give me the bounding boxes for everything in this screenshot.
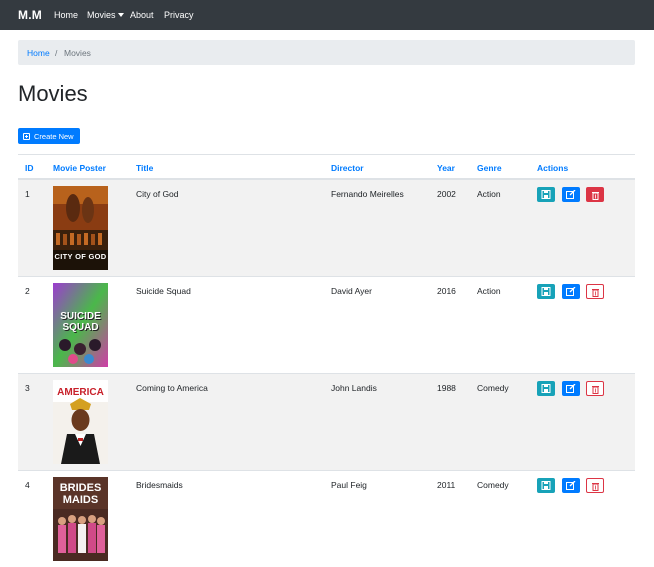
header-id[interactable]: ID [25, 163, 34, 173]
floppy-disk-icon [541, 287, 551, 296]
header-director[interactable]: Director [331, 163, 364, 173]
save-button[interactable] [537, 284, 555, 299]
poster-caption: BRIDES MAIDS [59, 482, 102, 506]
cell-director: David Ayer [331, 286, 372, 296]
trash-icon [592, 483, 599, 491]
breadcrumb-home-link[interactable]: Home [27, 48, 50, 58]
floppy-disk-icon [541, 190, 551, 199]
header-genre[interactable]: Genre [477, 163, 502, 173]
save-button[interactable] [537, 478, 555, 493]
nav-movies-dropdown[interactable]: Movies [87, 10, 124, 20]
cell-year: 2002 [437, 189, 456, 199]
cell-title: City of God [136, 189, 179, 199]
caret-down-icon [117, 13, 124, 17]
poster-caption: CITY OF GOD [54, 252, 107, 261]
header-title[interactable]: Title [136, 163, 153, 173]
nav-privacy-link[interactable]: Privacy [164, 10, 194, 20]
nav-movies-label: Movies [87, 10, 116, 20]
floppy-disk-icon [541, 481, 551, 490]
header-year[interactable]: Year [437, 163, 455, 173]
trash-icon [592, 386, 599, 394]
delete-button[interactable] [586, 381, 604, 396]
header-movie-poster[interactable]: Movie Poster [53, 163, 106, 173]
cell-year: 2011 [437, 480, 456, 490]
edit-button[interactable] [562, 478, 580, 493]
pencil-square-icon [566, 287, 576, 296]
header-actions[interactable]: Actions [537, 163, 568, 173]
poster-caption: AMERICA [57, 387, 104, 398]
pencil-square-icon [566, 481, 576, 490]
cell-genre: Action [477, 286, 501, 296]
city-of-god-poster-icon: CITY OF GOD [53, 186, 108, 270]
pencil-square-icon [566, 190, 576, 199]
cell-director: Paul Feig [331, 480, 367, 490]
nav-about-link[interactable]: About [130, 10, 154, 20]
trash-icon [592, 289, 599, 297]
table-row: 2 SUICIDE SQUAD Suicide Squad David Ayer… [18, 277, 635, 374]
nav-home-link[interactable]: Home [54, 10, 78, 20]
cell-genre: Action [477, 189, 501, 199]
cell-id: 3 [25, 383, 30, 393]
delete-button[interactable] [586, 284, 604, 299]
create-new-label: Create New [34, 131, 74, 141]
pencil-square-icon [566, 384, 576, 393]
delete-button[interactable] [586, 478, 604, 493]
cell-year: 1988 [437, 383, 456, 393]
poster-caption: SUICIDE SQUAD [60, 311, 101, 333]
table-header: ID Movie Poster Title Director Year Genr… [18, 154, 635, 180]
cell-id: 2 [25, 286, 30, 296]
cell-id: 4 [25, 480, 30, 490]
cell-genre: Comedy [477, 383, 509, 393]
top-navbar: M.M Home Movies About Privacy [0, 0, 654, 30]
trash-icon [592, 192, 599, 200]
table-row: 3 AMERICA Coming to America John Landis … [18, 374, 635, 471]
save-button[interactable] [537, 381, 555, 396]
bridesmaids-poster-icon: BRIDES MAIDS [53, 477, 108, 561]
edit-button[interactable] [562, 284, 580, 299]
plus-square-icon [23, 132, 30, 140]
create-new-button[interactable]: Create New [18, 128, 80, 144]
cell-title: Suicide Squad [136, 286, 191, 296]
breadcrumb-current: Movies [64, 48, 91, 58]
table-row: 4 BRIDES MAIDS Bridesmaids Paul Feig 201… [18, 471, 635, 567]
cell-title: Bridesmaids [136, 480, 183, 490]
floppy-disk-icon [541, 384, 551, 393]
cell-director: Fernando Meirelles [331, 189, 404, 199]
cell-genre: Comedy [477, 480, 509, 490]
suicide-squad-poster-icon: SUICIDE SQUAD [53, 283, 108, 367]
save-button[interactable] [537, 187, 555, 202]
delete-button[interactable] [586, 187, 604, 202]
edit-button[interactable] [562, 187, 580, 202]
breadcrumb: Home / Movies [18, 40, 635, 65]
table-row: 1 CITY OF GOD City of God Fernando Meire… [18, 180, 635, 277]
coming-to-america-poster-icon: AMERICA [53, 380, 108, 464]
cell-director: John Landis [331, 383, 377, 393]
breadcrumb-separator: / [55, 48, 58, 58]
cell-year: 2016 [437, 286, 456, 296]
cell-id: 1 [25, 189, 30, 199]
page-title: Movies [18, 81, 88, 106]
brand-logo[interactable]: M.M [18, 8, 42, 22]
edit-button[interactable] [562, 381, 580, 396]
cell-title: Coming to America [136, 383, 208, 393]
